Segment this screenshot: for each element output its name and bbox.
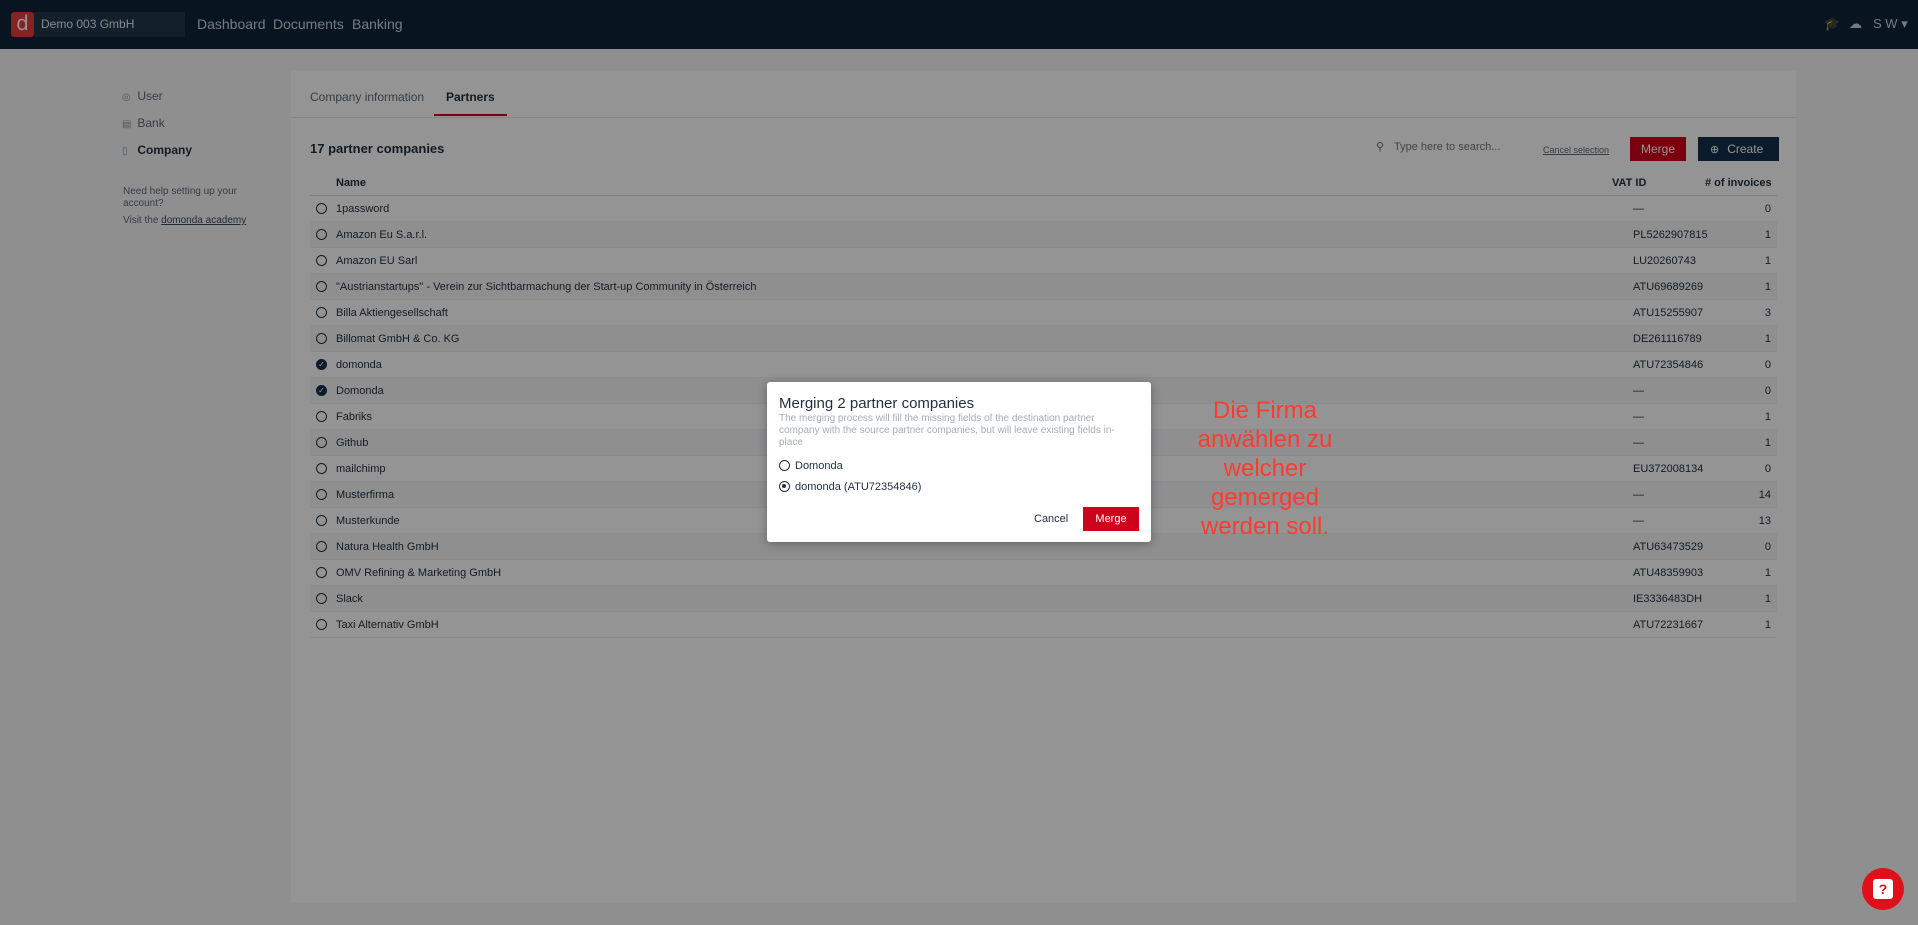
help-chat-button[interactable]: ? [1862, 868, 1904, 910]
merge-dialog: Merging 2 partner companies The merging … [767, 382, 1151, 542]
dialog-merge-button[interactable]: Merge [1083, 507, 1139, 531]
dialog-cancel-button[interactable]: Cancel [1034, 513, 1068, 525]
dialog-description: The merging process will fill the missin… [779, 413, 1115, 448]
dialog-title: Merging 2 partner companies [779, 395, 975, 412]
merge-option-domonda[interactable]: Domonda [779, 460, 843, 472]
annotation-text: Die Firma anwählen zu welcher gemerged w… [1197, 397, 1333, 540]
question-icon: ? [1873, 879, 1893, 899]
radio-button-selected[interactable] [779, 481, 790, 492]
option-label: Domonda [795, 460, 843, 472]
merge-option-domonda-vat[interactable]: domonda (ATU72354846) [779, 481, 921, 493]
option-label: domonda (ATU72354846) [795, 481, 922, 493]
radio-button[interactable] [779, 460, 790, 471]
